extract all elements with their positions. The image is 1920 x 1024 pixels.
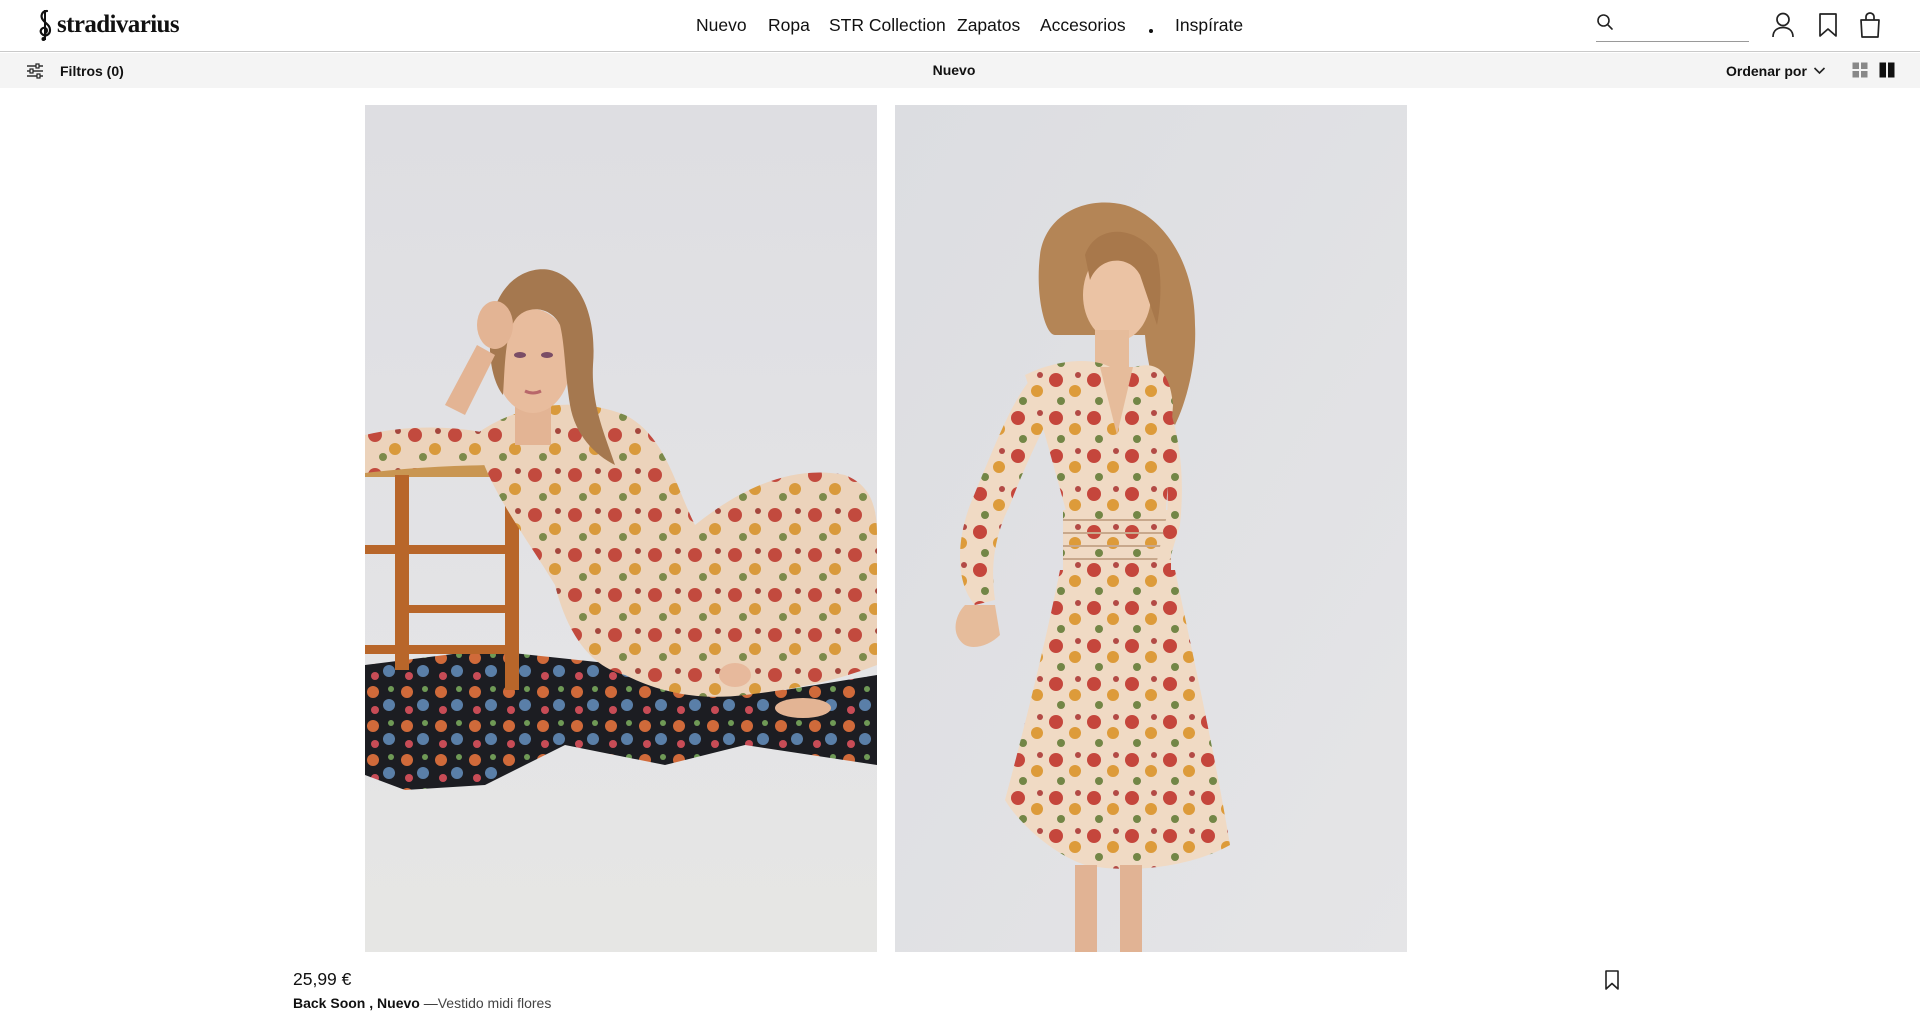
model-seated-illustration xyxy=(365,105,877,952)
grid-small-icon[interactable] xyxy=(1852,62,1868,78)
treble-clef-logo-icon xyxy=(39,9,52,41)
nav-item-inspirate[interactable]: Inspírate xyxy=(1175,14,1243,36)
category-title: Nuevo xyxy=(932,62,976,78)
grid-large-icon[interactable] xyxy=(1879,62,1895,78)
search-box[interactable] xyxy=(1596,8,1749,42)
chevron-down-icon xyxy=(1813,67,1825,75)
product-image-1[interactable] xyxy=(365,105,877,952)
wishlist-bookmark-icon[interactable] xyxy=(1603,969,1621,991)
search-icon[interactable] xyxy=(1596,13,1614,31)
nav-item-accesorios[interactable]: Accesorios xyxy=(1040,14,1126,36)
product-price: 25,99 € xyxy=(293,969,352,989)
tag-back-soon: Back Soon xyxy=(293,995,366,1011)
filters-label: Filtros (0) xyxy=(60,62,124,79)
tag-separator: , xyxy=(369,995,374,1011)
user-icon[interactable] xyxy=(1770,11,1796,39)
filter-sliders-icon xyxy=(27,62,43,79)
stradivarius-logo[interactable]: stradivarius xyxy=(36,8,180,42)
product-meta[interactable]: Back Soon , Nuevo —Vestido midi flores xyxy=(293,993,551,1013)
shopping-bag-icon[interactable] xyxy=(1857,11,1883,39)
model-standing-illustration xyxy=(895,105,1407,952)
name-dash: — xyxy=(423,995,438,1011)
filter-bar: Filtros (0) Nuevo Ordenar por xyxy=(0,53,1920,88)
site-header: stradivarius Nuevo Ropa STR Collection Z… xyxy=(0,0,1920,52)
filters-button[interactable]: Filtros (0) xyxy=(26,53,124,88)
tag-nuevo: Nuevo xyxy=(377,995,420,1011)
bookmark-icon[interactable] xyxy=(1815,11,1841,39)
nav-item-zapatos[interactable]: Zapatos xyxy=(957,14,1020,36)
product-name: Vestido midi flores xyxy=(437,995,552,1011)
nav-separator-dot xyxy=(1149,29,1153,33)
nav-item-str-collection[interactable]: STR Collection xyxy=(829,14,946,36)
nav-item-nuevo[interactable]: Nuevo xyxy=(696,14,747,36)
sort-dropdown[interactable]: Ordenar por xyxy=(1726,53,1826,88)
nav-item-ropa[interactable]: Ropa xyxy=(768,14,810,36)
sort-label: Ordenar por xyxy=(1726,62,1807,79)
logo-wordmark: stradivarius xyxy=(57,11,180,38)
product-image-2[interactable] xyxy=(895,105,1407,952)
search-input[interactable] xyxy=(1622,12,1746,36)
